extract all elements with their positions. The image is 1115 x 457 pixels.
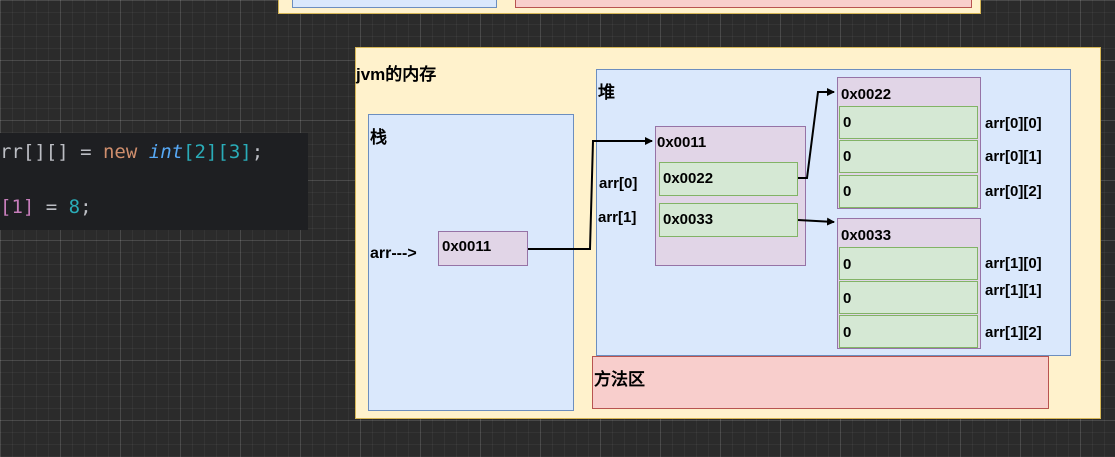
reference-arrows: [528, 88, 835, 250]
arrow-arr1-to-inner-array-1: [797, 217, 835, 226]
arrow-stack-to-outer-array: [528, 137, 653, 250]
arrow-arr0-to-inner-array-0: [798, 88, 835, 179]
